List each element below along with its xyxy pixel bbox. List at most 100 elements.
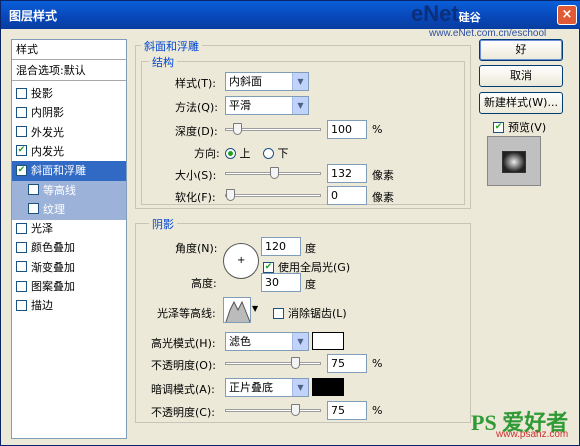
checkbox-icon[interactable]: [28, 184, 39, 195]
size-slider-thumb[interactable]: [269, 167, 279, 179]
style-list-item-label: 描边: [31, 299, 53, 313]
direction-down-radio[interactable]: 下: [263, 145, 289, 161]
shadow-opacity-thumb[interactable]: [291, 404, 301, 416]
soften-input[interactable]: 0: [327, 186, 367, 205]
cancel-button[interactable]: 取消: [479, 65, 563, 87]
style-list-item[interactable]: 图案叠加: [12, 277, 126, 297]
shading-group-title: 阴影: [149, 216, 177, 232]
direction-label: 方向:: [194, 147, 220, 160]
highlight-opacity-slider[interactable]: [225, 357, 321, 369]
style-list-item-label: 等高线: [43, 183, 76, 197]
style-list-item-label: 颜色叠加: [31, 241, 75, 255]
angle-dial[interactable]: +: [223, 243, 259, 279]
shadow-opacity-input[interactable]: 75: [327, 401, 367, 420]
direction-up-radio[interactable]: 上: [225, 145, 251, 161]
checkbox-icon[interactable]: [16, 87, 27, 99]
angle-unit: 度: [305, 242, 316, 255]
watermark-url: www.eNet.com.cn/eschool: [429, 28, 547, 39]
shadow-opacity-label: 不透明度(C):: [151, 406, 215, 419]
chevron-down-icon: ▼: [292, 379, 308, 396]
depth-label: 深度(D):: [175, 125, 218, 138]
checkbox-icon[interactable]: [16, 126, 27, 138]
style-list-item[interactable]: 等高线: [12, 180, 126, 201]
style-list-item[interactable]: 外发光: [12, 123, 126, 143]
soften-slider-thumb[interactable]: [226, 189, 235, 201]
highlight-opacity-thumb[interactable]: [291, 357, 301, 369]
highlight-mode-select[interactable]: 滤色 ▼: [225, 332, 309, 351]
preview-thumbnail: [502, 151, 526, 173]
technique-label: 方法(Q):: [175, 101, 218, 114]
style-list-item-label: 内阴影: [31, 106, 64, 120]
style-list-item[interactable]: 纹理: [12, 199, 126, 220]
style-preview: [487, 136, 541, 186]
soften-slider[interactable]: [225, 189, 321, 201]
style-label: 样式(T):: [175, 77, 217, 90]
highlight-opacity-unit: %: [372, 357, 383, 370]
highlight-opacity-label: 不透明度(O):: [151, 359, 216, 372]
anti-alias-checkbox[interactable]: 消除锯齿(L): [273, 305, 347, 321]
radio-icon: [225, 147, 236, 159]
highlight-opacity-input[interactable]: 75: [327, 354, 367, 373]
size-slider[interactable]: [225, 167, 321, 179]
shadow-opacity-slider[interactable]: [225, 404, 321, 416]
checkbox-checked-icon: ✔: [493, 121, 504, 133]
checkbox-checked-icon: ✔: [263, 261, 274, 273]
checkbox-checked-icon[interactable]: ✔: [16, 145, 27, 157]
technique-select[interactable]: 平滑 ▼: [225, 96, 309, 115]
style-list-item[interactable]: ✔ 斜面和浮雕: [12, 161, 126, 182]
style-select[interactable]: 内斜面 ▼: [225, 72, 309, 91]
gloss-contour-label: 光泽等高线:: [157, 307, 216, 320]
checkbox-icon[interactable]: [16, 106, 27, 118]
contour-dropdown-icon[interactable]: ▼: [252, 304, 258, 313]
style-list-item[interactable]: 颜色叠加: [12, 238, 126, 258]
footer-watermark-url: www.psahz.com: [496, 429, 569, 440]
style-list-item[interactable]: 描边: [12, 296, 126, 316]
close-button[interactable]: ×: [557, 5, 577, 25]
size-input[interactable]: 132: [327, 164, 367, 183]
chevron-down-icon: ▼: [292, 333, 308, 350]
size-label: 大小(S):: [175, 169, 217, 182]
checkbox-icon: [273, 307, 284, 319]
blend-options-item[interactable]: 混合选项:默认: [12, 61, 126, 81]
style-list-item-label: 外发光: [31, 125, 64, 139]
depth-unit: %: [372, 123, 383, 136]
chevron-down-icon: ▼: [292, 73, 308, 90]
checkbox-icon[interactable]: [16, 222, 27, 234]
depth-slider[interactable]: [225, 123, 321, 135]
style-list-item[interactable]: 投影: [12, 84, 126, 104]
shadow-color-swatch[interactable]: [312, 378, 344, 396]
depth-input[interactable]: 100: [327, 120, 367, 139]
style-list-item[interactable]: ✔ 内发光: [12, 142, 126, 162]
highlight-color-swatch[interactable]: [312, 332, 344, 350]
checkbox-icon[interactable]: [16, 261, 27, 273]
depth-slider-thumb[interactable]: [232, 123, 242, 135]
altitude-input[interactable]: 30: [261, 273, 301, 292]
altitude-label: 高度:: [191, 277, 217, 290]
gloss-contour-picker[interactable]: [223, 297, 251, 323]
style-list: 样式 混合选项:默认 投影内阴影外发光 ✔ 内发光 ✔ 斜面和浮雕 等高线纹理光泽颜色叠加…: [11, 39, 127, 439]
ok-button[interactable]: 好: [479, 39, 563, 61]
preview-checkbox[interactable]: ✔ 预览(V): [493, 119, 546, 135]
bevel-group-title: 斜面和浮雕: [141, 38, 202, 54]
soften-label: 软化(F):: [175, 191, 216, 204]
checkbox-icon[interactable]: [16, 299, 27, 311]
chevron-down-icon: ▼: [292, 97, 308, 114]
style-list-item[interactable]: 内阴影: [12, 103, 126, 123]
checkbox-icon[interactable]: [16, 280, 27, 292]
style-list-item-label: 光泽: [31, 222, 53, 236]
style-list-item[interactable]: 光泽: [12, 219, 126, 239]
shadow-mode-label: 暗调模式(A):: [151, 383, 215, 396]
angle-input[interactable]: 120: [261, 237, 301, 256]
style-list-header[interactable]: 样式: [12, 40, 126, 60]
angle-label: 角度(N):: [175, 242, 218, 255]
new-style-button[interactable]: 新建样式(W)...: [479, 92, 563, 114]
checkbox-icon[interactable]: [28, 203, 39, 215]
soften-unit: 像素: [372, 191, 394, 204]
shadow-mode-select[interactable]: 正片叠底 ▼: [225, 378, 309, 397]
style-list-item[interactable]: 渐变叠加: [12, 258, 126, 278]
style-list-item-label: 图案叠加: [31, 280, 75, 293]
shadow-opacity-unit: %: [372, 404, 383, 417]
light-direction-icon: +: [237, 255, 246, 266]
checkbox-icon[interactable]: [16, 241, 27, 253]
checkbox-checked-icon[interactable]: ✔: [16, 164, 27, 176]
